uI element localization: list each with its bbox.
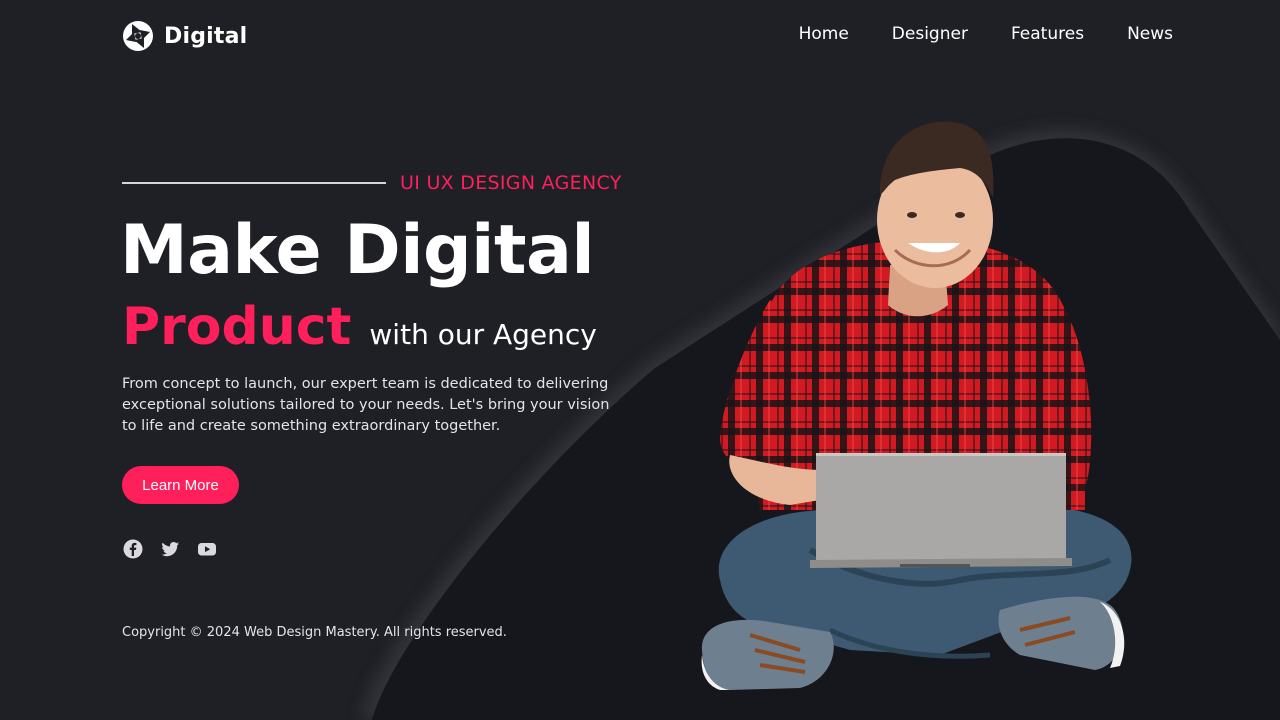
hero-eyebrow: UI UX DESIGN AGENCY (122, 172, 622, 194)
hero-headline-line1: Make Digital (120, 211, 595, 290)
hero-headline-line2: Product with our Agency (122, 292, 597, 370)
logo[interactable]: Digital (122, 20, 247, 52)
social-links (123, 539, 217, 559)
nav-item-designer[interactable]: Designer (892, 24, 968, 44)
youtube-icon[interactable] (197, 539, 217, 559)
copyright-text: Copyright © 2024 Web Design Mastery. All… (122, 625, 507, 640)
learn-more-button[interactable]: Learn More (122, 466, 239, 504)
site-header: Digital Home Designer Features News (0, 0, 1280, 72)
eyebrow-text: UI UX DESIGN AGENCY (400, 172, 622, 194)
eyebrow-divider (122, 182, 386, 184)
nav-item-news[interactable]: News (1127, 24, 1173, 44)
nav-item-home[interactable]: Home (799, 24, 849, 44)
facebook-icon[interactable] (123, 539, 143, 559)
nav-item-features[interactable]: Features (1011, 24, 1084, 44)
hero-description: From concept to launch, our expert team … (122, 376, 610, 434)
logo-text: Digital (164, 23, 248, 49)
twitter-icon[interactable] (160, 539, 180, 559)
hero-headline-accent: Product (122, 297, 352, 357)
hero-headline-tail: with our Agency (369, 318, 597, 351)
hero-person-image (701, 121, 1132, 690)
aperture-icon (123, 21, 153, 51)
main-nav: Home Designer Features News (799, 24, 1173, 44)
